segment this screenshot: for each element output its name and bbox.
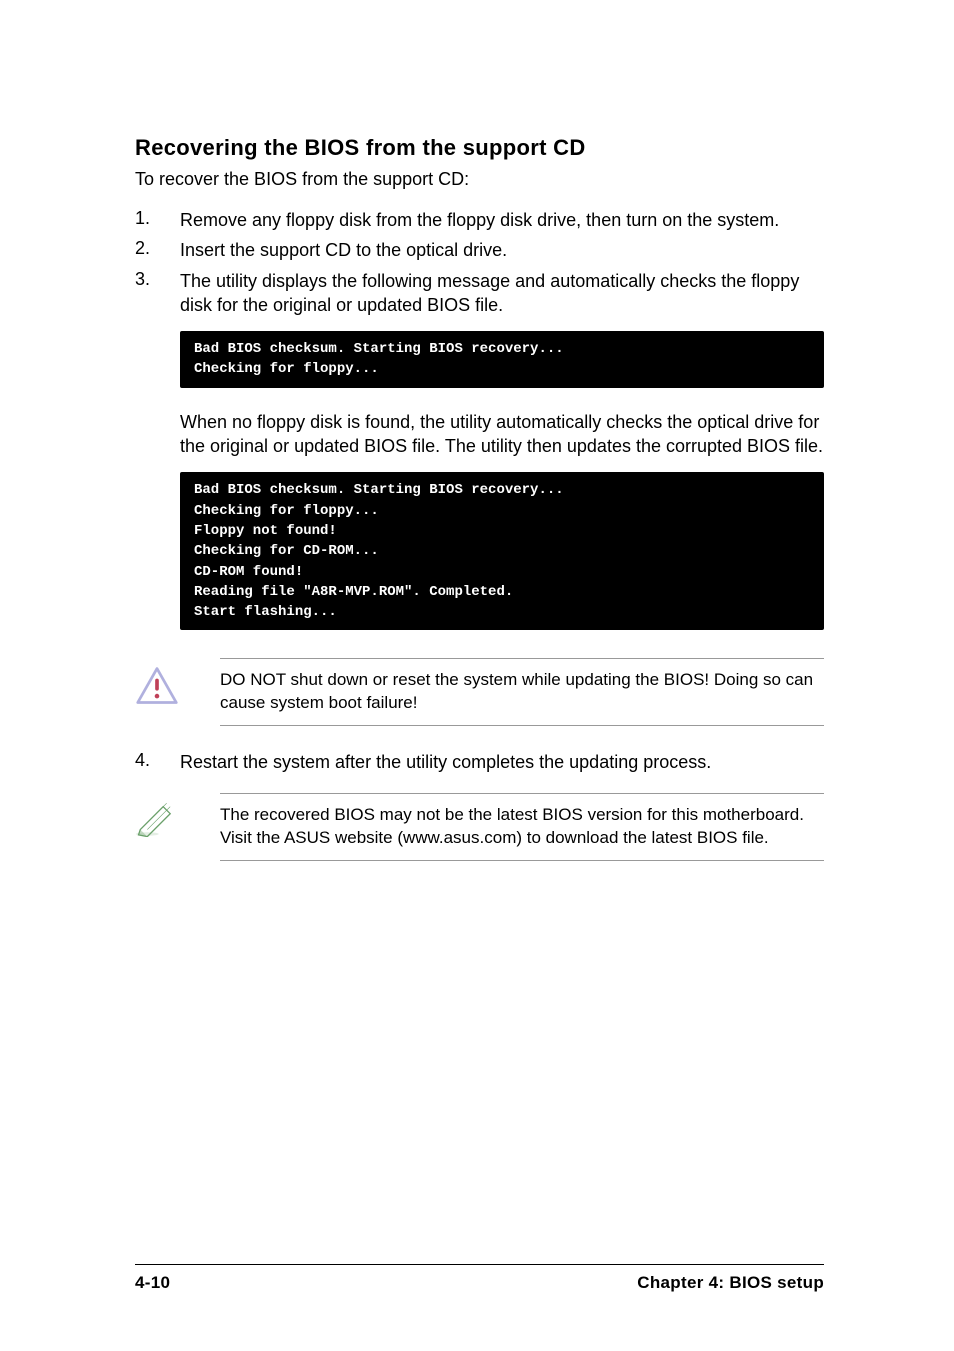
- warning-callout: DO NOT shut down or reset the system whi…: [135, 658, 824, 726]
- note-text: The recovered BIOS may not be the latest…: [220, 793, 824, 861]
- intro-text: To recover the BIOS from the support CD:: [135, 169, 824, 190]
- step-1: 1. Remove any floppy disk from the flopp…: [135, 208, 824, 232]
- note-callout: The recovered BIOS may not be the latest…: [135, 793, 824, 861]
- step-4: 4. Restart the system after the utility …: [135, 750, 824, 774]
- step-number: 1.: [135, 208, 180, 232]
- chapter-label: Chapter 4: BIOS setup: [637, 1273, 824, 1293]
- step-text: Remove any floppy disk from the floppy d…: [180, 208, 779, 232]
- terminal-output-1: Bad BIOS checksum. Starting BIOS recover…: [180, 331, 824, 388]
- step-number: 3.: [135, 269, 180, 318]
- step-text: Restart the system after the utility com…: [180, 750, 711, 774]
- paragraph-after-terminal-1: When no floppy disk is found, the utilit…: [180, 410, 824, 459]
- step-2: 2. Insert the support CD to the optical …: [135, 238, 824, 262]
- pencil-icon: [135, 793, 220, 837]
- warning-icon: [135, 658, 220, 706]
- section-heading: Recovering the BIOS from the support CD: [135, 135, 824, 161]
- step-number: 4.: [135, 750, 180, 774]
- page-footer: 4-10 Chapter 4: BIOS setup: [135, 1264, 824, 1293]
- step-3: 3. The utility displays the following me…: [135, 269, 824, 318]
- step-text: The utility displays the following messa…: [180, 269, 824, 318]
- warning-text: DO NOT shut down or reset the system whi…: [220, 658, 824, 726]
- page-number: 4-10: [135, 1273, 170, 1293]
- step-text: Insert the support CD to the optical dri…: [180, 238, 507, 262]
- terminal-output-2: Bad BIOS checksum. Starting BIOS recover…: [180, 472, 824, 630]
- step-number: 2.: [135, 238, 180, 262]
